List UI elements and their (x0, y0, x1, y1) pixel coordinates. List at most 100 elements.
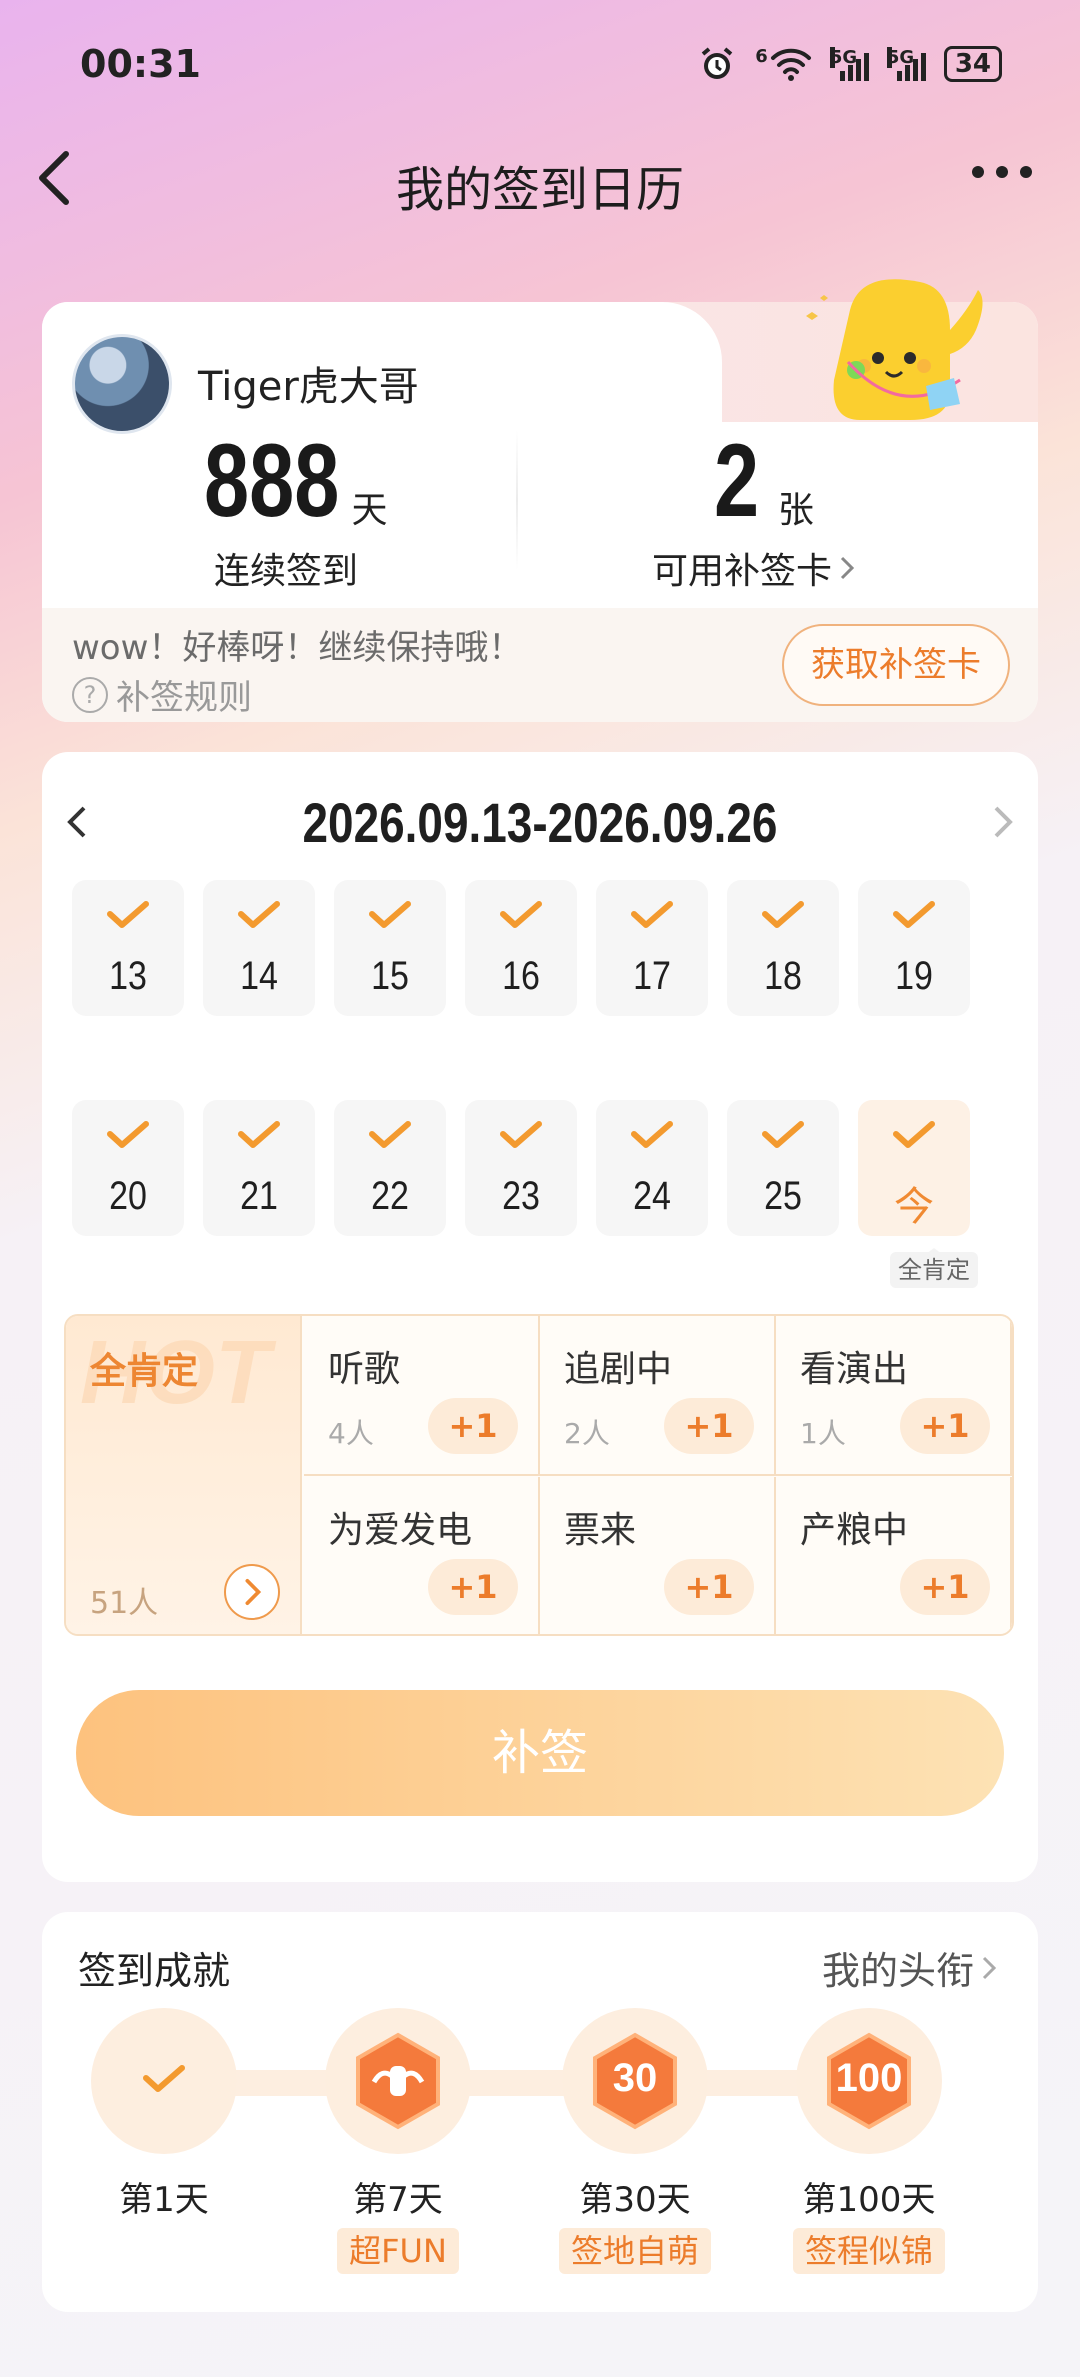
check-icon (142, 2064, 186, 2098)
mood-option[interactable]: 票来 +1 (540, 1477, 776, 1634)
achievement-badge[interactable] (325, 2008, 471, 2154)
check-icon (892, 900, 936, 930)
cards-value: 2 (714, 423, 760, 539)
mood-option[interactable]: 听歌 4人 +1 (304, 1316, 540, 1476)
streak-label: 连续签到 (214, 551, 359, 592)
rule-link[interactable]: ? 补签规则 (72, 670, 252, 719)
battery-indicator: 34 (943, 46, 1002, 82)
achievement-badge[interactable]: 30 (562, 2008, 708, 2154)
check-icon (237, 900, 281, 930)
prev-week-icon[interactable] (62, 802, 92, 842)
achievement-title-tag: 签地自萌 (558, 2228, 711, 2274)
check-icon (499, 1120, 543, 1150)
calendar-day[interactable]: 15 (334, 880, 446, 1016)
mood-name: 看演出 (800, 1349, 909, 1390)
date-range: 2026.09.13-2026.09.26 (302, 791, 778, 854)
calendar-day[interactable]: 14 (203, 880, 315, 1016)
achievements-card: 签到成就 我的头衔 第1天 第7天 超FUN 30 第30天 签地自萌 100 第100天 签程… (42, 1912, 1038, 2312)
avatar[interactable] (72, 334, 172, 434)
mood-option[interactable]: 产粮中 +1 (776, 1477, 1012, 1634)
calendar-day[interactable]: 16 (465, 880, 577, 1016)
check-icon (368, 900, 412, 930)
signal-2-icon: 5G (886, 47, 926, 81)
question-icon: ? (72, 676, 108, 713)
check-icon (892, 1120, 936, 1150)
check-icon (499, 900, 543, 930)
calendar-day[interactable]: 22 (334, 1100, 446, 1236)
day-number: 25 (764, 1174, 802, 1218)
day-number: 17 (633, 954, 671, 998)
notice-text: wow！好棒呀！继续保持哦！ (72, 628, 523, 668)
page-title: 我的签到日历 (395, 162, 684, 218)
mood-hot-cell[interactable]: HOT 全肯定 51人 (66, 1316, 302, 1634)
today-mood-tooltip: 全肯定 (890, 1248, 978, 1288)
check-icon (630, 900, 674, 930)
check-icon (368, 1120, 412, 1150)
more-icon[interactable] (972, 166, 1032, 178)
day-number: 24 (633, 1174, 671, 1218)
plus-one-button[interactable]: +1 (428, 1398, 518, 1454)
badge-number: 30 (612, 2056, 658, 2100)
check-icon (237, 1120, 281, 1150)
alarm-icon (702, 47, 733, 79)
mood-name: 票来 (564, 1510, 637, 1551)
network-1-label: 5G (829, 47, 858, 68)
day-number: 15 (371, 954, 409, 998)
status-icons: 6 5G 5G 34 (697, 44, 1002, 84)
status-time: 00:31 (80, 42, 201, 86)
network-2-label: 5G (886, 47, 915, 68)
mood-name: 追剧中 (564, 1349, 673, 1390)
achievement-day: 第1天 (119, 2180, 209, 2220)
my-titles-label: 我的头衔 (821, 1949, 974, 1993)
supplement-button[interactable]: 补签 (76, 1690, 1004, 1816)
today-label: 今 (894, 1184, 934, 1230)
calendar-day[interactable]: 17 (596, 880, 708, 1016)
calendar-day[interactable]: 21 (203, 1100, 315, 1236)
check-icon (106, 1120, 150, 1150)
achievement-day: 第100天 (802, 2180, 936, 2220)
mood-option[interactable]: 为爱发电 +1 (304, 1477, 540, 1634)
day-number: 20 (109, 1174, 147, 1218)
calendar-day[interactable]: 23 (465, 1100, 577, 1236)
cards-stat: 2 张 (714, 422, 814, 541)
hot-mood-name: 全肯定 (90, 1351, 199, 1392)
check-icon (761, 900, 805, 930)
get-card-button[interactable]: 获取补签卡 (782, 624, 1010, 706)
achievement-title-tag: 超FUN (337, 2228, 459, 2274)
mood-option[interactable]: 看演出 1人 +1 (776, 1316, 1012, 1476)
streak-stat: 888 天 (204, 422, 388, 541)
calendar-day[interactable]: 25 (727, 1100, 839, 1236)
calendar-day[interactable]: 20 (72, 1100, 184, 1236)
calendar-day[interactable]: 24 (596, 1100, 708, 1236)
next-week-icon[interactable] (988, 802, 1018, 842)
chevron-right-circle-icon[interactable] (224, 1564, 280, 1620)
mood-count: 4人 (328, 1417, 374, 1450)
chevron-right-icon (982, 1956, 997, 1979)
achievement-tag-wrap: 超FUN (298, 2228, 498, 2274)
wifi-badge: 6 (755, 46, 768, 67)
mood-option[interactable]: 追剧中 2人 +1 (540, 1316, 776, 1476)
my-titles-link[interactable]: 我的头衔 (822, 1940, 998, 1995)
cards-link[interactable]: 可用补签卡 (652, 542, 856, 594)
username: Tiger虎大哥 (198, 364, 419, 410)
check-icon (630, 1120, 674, 1150)
chevron-right-icon (840, 556, 855, 580)
day-number: 13 (109, 954, 147, 998)
calendar-day[interactable]: 18 (727, 880, 839, 1016)
plus-one-button[interactable]: +1 (900, 1398, 990, 1454)
achievement-badge[interactable] (91, 2008, 237, 2154)
plus-one-button[interactable]: +1 (900, 1559, 990, 1615)
plus-one-button[interactable]: +1 (664, 1398, 754, 1454)
plus-one-button[interactable]: +1 (428, 1559, 518, 1615)
achievement-badge[interactable]: 100 (796, 2008, 942, 2154)
cards-label: 可用补签卡 (652, 551, 833, 592)
calendar-day[interactable]: 13 (72, 880, 184, 1016)
achievement-day: 第30天 (579, 2180, 691, 2220)
plus-one-button[interactable]: +1 (664, 1559, 754, 1615)
calendar-day[interactable]: 19 (858, 880, 970, 1016)
day-number: 21 (240, 1174, 278, 1218)
calendar-day-today[interactable]: 今 (858, 1100, 970, 1236)
mood-count: 2人 (564, 1417, 610, 1450)
cards-unit: 张 (777, 490, 814, 531)
day-number: 16 (502, 954, 540, 998)
